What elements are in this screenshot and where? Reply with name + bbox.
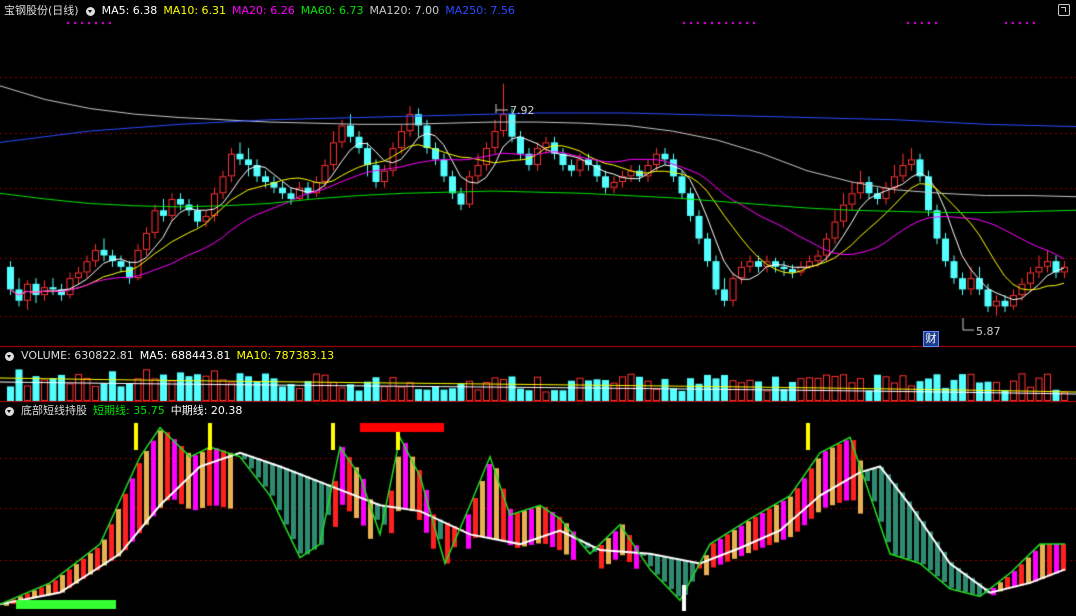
main-legend: 宝钢股份(日线) MA5: 6.38 MA10: 6.31 MA20: 6.26… — [4, 4, 515, 18]
indicator-legend: 底部短线持股 短期线: 35.75 中期线: 20.38 — [4, 404, 242, 418]
volume-ma5-label: MA5: 688443.81 — [139, 349, 231, 362]
volume-legend: VOLUME: 630822.81 MA5: 688443.81 MA10: 7… — [4, 349, 334, 363]
low-price-label: 5.87 — [976, 325, 1001, 338]
short-line-label: 短期线: 35.75 — [93, 404, 165, 417]
ma10-label: MA10: 6.31 — [163, 4, 227, 17]
ma60-label: MA60: 6.73 — [300, 4, 364, 17]
stock-chart-canvas[interactable] — [0, 0, 1076, 616]
mid-line-label: 中期线: 20.38 — [170, 404, 243, 417]
ma5-label: MA5: 6.38 — [101, 4, 158, 17]
ma250-label: MA250: 7.56 — [445, 4, 515, 17]
stock-title: 宝钢股份(日线) — [4, 4, 79, 17]
ma120-label: MA120: 7.00 — [369, 4, 440, 17]
indicator-title: 底部短线持股 — [21, 404, 87, 417]
volume-label: VOLUME: 630822.81 — [21, 349, 134, 362]
indicator-dropdown-icon[interactable] — [5, 406, 14, 416]
volume-dropdown-icon[interactable] — [5, 351, 14, 361]
maximize-icon[interactable] — [1058, 4, 1070, 16]
ma20-label: MA20: 6.26 — [232, 4, 295, 17]
high-price-label: 7.92 — [510, 104, 535, 117]
volume-ma10-label: MA10: 787383.13 — [236, 349, 335, 362]
finance-badge[interactable]: 财 — [923, 331, 939, 347]
settings-dropdown-icon[interactable] — [85, 6, 95, 16]
